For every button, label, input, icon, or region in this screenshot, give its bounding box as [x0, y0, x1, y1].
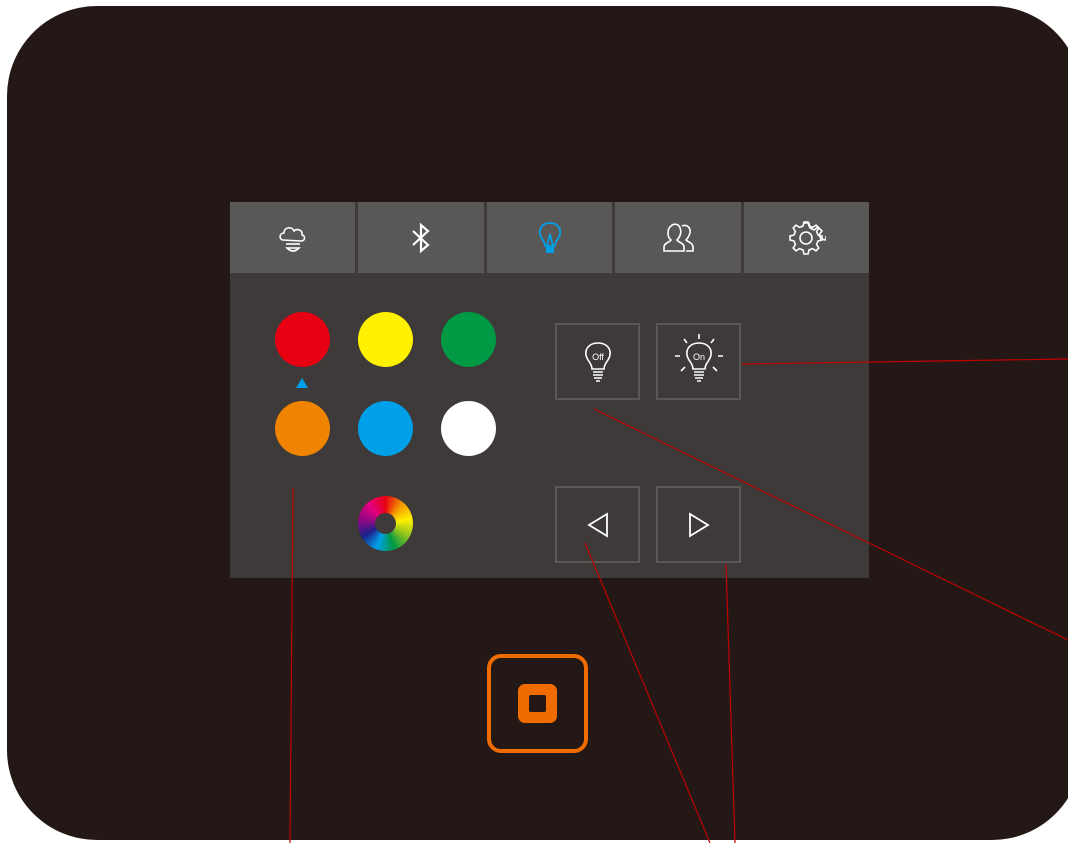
callout-line-on [741, 358, 1068, 365]
callout-lines [289, 358, 1068, 843]
callout-line-colors [289, 487, 294, 843]
callout-line-prev [584, 542, 711, 843]
callout-line-off [593, 408, 1068, 641]
callout-line-next [725, 563, 736, 843]
